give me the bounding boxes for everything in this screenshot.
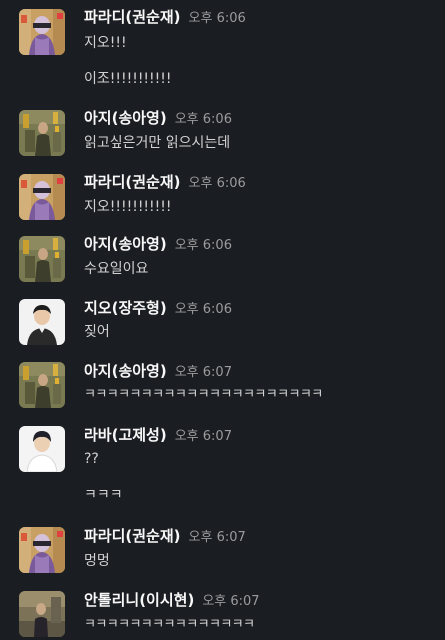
timestamp[interactable]: 오후 6:07 — [175, 429, 232, 444]
message-text: ㅋㅋㅋㅋㅋㅋㅋㅋㅋㅋㅋㅋㅋㅋㅋ — [84, 617, 255, 632]
message-text: ?? — [84, 451, 99, 467]
message[interactable]: 아지(송아영) 오후 6:06 수요일이요 — [0, 226, 445, 290]
message-text: ㅋㅋㅋㅋㅋㅋㅋㅋㅋㅋㅋㅋㅋㅋㅋㅋㅋㅋㅋㅋㅋ — [84, 387, 323, 402]
sender-name[interactable]: 라바(고제성) 오후 6:07 — [84, 426, 232, 446]
message[interactable]: 아지(송아영) 오후 6:06 읽고싶은거만 읽으시는데 — [0, 100, 445, 164]
avatar[interactable] — [19, 591, 65, 637]
message-text: 지오!!! — [84, 35, 127, 51]
message-text: 멍멍 — [84, 553, 110, 569]
message-text: 짖어 — [84, 324, 110, 340]
message-text: 지오!!!!!!!!!!! — [84, 199, 172, 215]
timestamp[interactable]: 오후 6:07 — [202, 594, 259, 609]
avatar[interactable] — [19, 426, 65, 472]
message[interactable]: 라바(고제성) 오후 6:07 ?? ㅋㅋㅋ — [0, 417, 445, 518]
avatar[interactable] — [19, 527, 65, 573]
avatar[interactable] — [19, 174, 65, 220]
sender-name-text[interactable]: 파라디(권순재) — [84, 173, 181, 191]
message[interactable]: 아지(송아영) 오후 6:07 ㅋㅋㅋㅋㅋㅋㅋㅋㅋㅋㅋㅋㅋㅋㅋㅋㅋㅋㅋㅋㅋ — [0, 353, 445, 417]
sender-name[interactable]: 아지(송아영) 오후 6:06 — [84, 235, 232, 255]
message-text: 수요일이요 — [84, 261, 149, 277]
sender-name-text[interactable]: 파라디(권순재) — [84, 8, 181, 26]
message[interactable]: 파라디(권순재) 오후 6:07 멍멍 — [0, 518, 445, 582]
sender-name[interactable]: 파라디(권순재) 오후 6:06 — [84, 8, 246, 28]
timestamp[interactable]: 오후 6:07 — [175, 365, 232, 380]
sender-name-text[interactable]: 지오(장주형) — [84, 299, 167, 317]
sender-name[interactable]: 파라디(권순재) 오후 6:07 — [84, 527, 246, 547]
avatar[interactable] — [19, 9, 65, 55]
sender-name-text[interactable]: 라바(고제성) — [84, 426, 167, 444]
timestamp[interactable]: 오후 6:06 — [175, 112, 232, 127]
message[interactable]: 안톨리니(이시현) 오후 6:07 ㅋㅋㅋㅋㅋㅋㅋㅋㅋㅋㅋㅋㅋㅋㅋ — [0, 582, 445, 640]
sender-name-text[interactable]: 아지(송아영) — [84, 235, 167, 253]
sender-name[interactable]: 안톨리니(이시현) 오후 6:07 — [84, 591, 260, 611]
sender-name[interactable]: 아지(송아영) 오후 6:07 — [84, 362, 232, 382]
sender-name-text[interactable]: 안톨리니(이시현) — [84, 591, 194, 609]
sender-name-text[interactable]: 아지(송아영) — [84, 109, 167, 127]
timestamp[interactable]: 오후 6:06 — [189, 11, 246, 26]
message[interactable]: 지오(장주형) 오후 6:06 짖어 — [0, 290, 445, 353]
sender-name-text[interactable]: 파라디(권순재) — [84, 527, 181, 545]
sender-name[interactable]: 지오(장주형) 오후 6:06 — [84, 299, 232, 319]
avatar[interactable] — [19, 362, 65, 408]
message-text: 읽고싶은거만 읽으시는데 — [84, 135, 231, 151]
timestamp[interactable]: 오후 6:07 — [189, 530, 246, 545]
sender-name[interactable]: 아지(송아영) 오후 6:06 — [84, 109, 232, 129]
sender-name-text[interactable]: 아지(송아영) — [84, 362, 167, 380]
message[interactable]: 파라디(권순재) 오후 6:06 지오!!!!!!!!!!! — [0, 164, 445, 226]
timestamp[interactable]: 오후 6:06 — [189, 176, 246, 191]
message[interactable]: 파라디(권순재) 오후 6:06 지오!!! 이조!!!!!!!!!!! — [0, 0, 445, 100]
avatar[interactable] — [19, 110, 65, 156]
avatar[interactable] — [19, 299, 65, 345]
sender-name[interactable]: 파라디(권순재) 오후 6:06 — [84, 173, 246, 193]
timestamp[interactable]: 오후 6:06 — [175, 302, 232, 317]
avatar[interactable] — [19, 236, 65, 282]
message-text: 이조!!!!!!!!!!! — [84, 71, 172, 87]
timestamp[interactable]: 오후 6:06 — [175, 238, 232, 253]
message-text: ㅋㅋㅋ — [84, 487, 123, 503]
